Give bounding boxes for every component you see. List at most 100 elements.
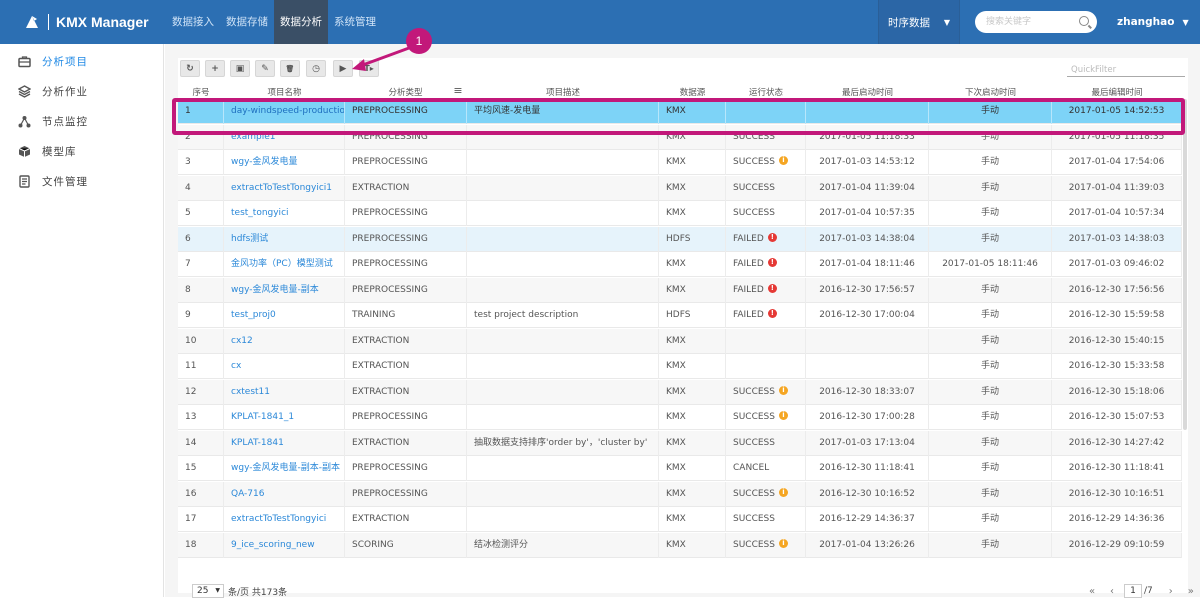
table-row[interactable]: 10 cx12 EXTRACTION KMX 手动 2016-12-30 15:40:15 xyxy=(178,328,1182,354)
sidebar-item-analysis-jobs[interactable]: 分析作业 xyxy=(18,84,88,98)
column-header-last-edit[interactable]: 最后编辑时间 xyxy=(1052,86,1182,98)
column-header-no[interactable]: 序号 xyxy=(178,86,224,98)
run-button[interactable]: ▶ xyxy=(333,60,353,77)
refresh-button[interactable]: ↻ xyxy=(180,60,200,77)
cell-name[interactable]: cx xyxy=(224,354,345,379)
error-icon[interactable]: ! xyxy=(767,258,777,267)
cell-source-text: HDFS xyxy=(666,233,691,244)
column-header-name[interactable]: 项目名称 xyxy=(224,86,345,98)
vertical-scrollbar[interactable] xyxy=(1183,99,1187,430)
cell-next-start: 手动 xyxy=(929,328,1052,354)
table-row[interactable]: 2 example1 PREPROCESSING KMX SUCCESS 2017-01-… xyxy=(178,124,1182,150)
first-page-button[interactable]: « xyxy=(1082,586,1102,597)
column-header-next-start[interactable]: 下次启动时间 xyxy=(929,86,1052,98)
cell-status: FAILED! xyxy=(726,277,806,303)
cell-name[interactable]: hdfs测试 xyxy=(224,226,345,252)
sidebar-item-analysis-projects[interactable]: 分析项目 xyxy=(18,54,88,68)
cell-last-start: 2016-12-30 17:56:57 xyxy=(806,277,929,303)
user-menu[interactable]: zhanghao ▼ xyxy=(1117,0,1189,44)
cell-name[interactable]: QA-716 xyxy=(224,481,345,507)
table-row[interactable]: 12 cxtest11 EXTRACTION KMX SUCCESS i 2016-12-3… xyxy=(178,379,1182,405)
cell-status-text: SUCCESS xyxy=(733,131,775,142)
error-icon[interactable]: ! xyxy=(767,232,777,242)
table-row[interactable]: 7 金风功率（PC）模型测试 PREPROCESSING KMX FAILED! 2017… xyxy=(178,252,1182,277)
table-row[interactable]: 3 wgy-金风发电量 PREPROCESSING KMX SUCCESS i 2017-0… xyxy=(178,150,1182,175)
delete-button[interactable]: 🗑 xyxy=(280,60,300,77)
nav-item-system-admin[interactable]: 系统管理 xyxy=(328,0,382,44)
column-menu-icon[interactable]: ≡ xyxy=(450,86,466,98)
search-icon[interactable] xyxy=(1079,16,1089,26)
prev-page-button[interactable]: ‹ xyxy=(1102,586,1122,597)
sidebar-item-node-monitor[interactable]: 节点监控 xyxy=(18,114,88,128)
nav-item-data-ingest[interactable]: 数据接入 xyxy=(166,0,220,44)
page-size-select[interactable]: 25 ▼ xyxy=(192,584,224,598)
cell-name[interactable]: wgy-金风发电量 xyxy=(224,150,345,175)
page-number-input[interactable]: 1 xyxy=(1124,584,1142,598)
cell-last-edit-text: 2016-12-29 14:36:36 xyxy=(1068,514,1165,524)
cell-name[interactable]: 9_ice_scoring_new xyxy=(224,532,345,558)
table-row[interactable]: 17 extractToTestTongyici EXTRACTION KMX SUCC… xyxy=(178,507,1182,532)
cell-name[interactable]: 金风功率（PC）模型测试 xyxy=(224,252,345,277)
cell-source-text: KMX xyxy=(666,284,686,295)
cell-name[interactable]: example1 xyxy=(224,124,345,150)
error-icon[interactable]: ! xyxy=(767,309,777,318)
sidebar-item-model-library[interactable]: 模型库 xyxy=(18,144,77,158)
cell-type-text: SCORING xyxy=(352,539,394,550)
warning-icon[interactable]: i xyxy=(778,385,788,395)
column-header-status[interactable]: 运行状态 xyxy=(726,86,806,98)
nav-item-data-analysis[interactable]: 数据分析 xyxy=(274,0,328,44)
add-button[interactable]: + xyxy=(205,60,225,77)
cell-name[interactable]: cx12 xyxy=(224,328,345,354)
column-header-last-start[interactable]: 最后启动时间 xyxy=(806,86,929,98)
nav-item-data-storage[interactable]: 数据存储 xyxy=(220,0,274,44)
table-row[interactable]: 9 test_proj0 TRAINING test project descript… xyxy=(178,303,1182,328)
table-row[interactable]: 5 test_tongyici PREPROCESSING KMX SUCCESS 201… xyxy=(178,201,1182,226)
cell-name[interactable]: wgy-金风发电量-副本 xyxy=(224,277,345,303)
column-header-desc[interactable]: 项目描述 xyxy=(467,86,659,98)
sidebar-item-file-management[interactable]: 文件管理 xyxy=(18,174,88,188)
warning-icon[interactable]: i xyxy=(778,156,788,165)
app-logo[interactable]: KMX Manager xyxy=(24,0,149,44)
last-page-button[interactable]: » xyxy=(1181,586,1200,597)
timeseries-select[interactable]: 时序数据 ▼ xyxy=(878,0,960,44)
cell-name[interactable]: cxtest11 xyxy=(224,379,345,405)
warning-icon[interactable]: i xyxy=(778,487,788,497)
schedule-button[interactable]: ◷ xyxy=(306,60,326,77)
cell-name[interactable]: KPLAT-1841 xyxy=(224,430,345,456)
cell-name-text: hdfs测试 xyxy=(231,233,269,244)
next-page-button[interactable]: › xyxy=(1161,586,1181,597)
error-icon[interactable]: ! xyxy=(767,283,777,293)
cell-name[interactable]: KPLAT-1841_1 xyxy=(224,405,345,430)
table-row[interactable]: 11 cx EXTRACTION KMX 手动 2016-12-30 15:33:58 xyxy=(178,354,1182,379)
table-row[interactable]: 13 KPLAT-1841_1 PREPROCESSING KMX SUCCESS i 20… xyxy=(178,405,1182,430)
table-row[interactable]: 18 9_ice_scoring_new SCORING 结冰检测评分 KMX SUCCE… xyxy=(178,532,1182,558)
table-row[interactable]: 14 KPLAT-1841 EXTRACTION 抽取数据支持排序'order by'… xyxy=(178,430,1182,456)
warning-icon[interactable]: i xyxy=(778,411,788,420)
table-row[interactable]: 6 hdfs测试 PREPROCESSING HDFS FAILED! 2017-01-0… xyxy=(178,226,1182,252)
table-row[interactable]: 4 extractToTestTongyici1 EXTRACTION KMX SUCC… xyxy=(178,175,1182,201)
cell-source: KMX xyxy=(659,201,726,226)
table-row[interactable]: 1 day-windspeed-production PREPROCESSING 平均… xyxy=(178,99,1182,124)
edit-button[interactable]: ✎ xyxy=(255,60,275,77)
table-row[interactable]: 16 QA-716 PREPROCESSING KMX SUCCESS i 2016-12-… xyxy=(178,481,1182,507)
quickfilter-input[interactable] xyxy=(1067,63,1185,77)
table-row[interactable]: 15 wgy-金风发电量-副本-副本 PREPROCESSING KMX CANCEL 2… xyxy=(178,456,1182,481)
search-input[interactable] xyxy=(986,15,1076,29)
cell-last-edit: 2017-01-05 14:52:53 xyxy=(1052,99,1182,124)
cell-name[interactable]: test_proj0 xyxy=(224,303,345,328)
column-header-source[interactable]: 数据源 xyxy=(659,86,726,98)
cell-no-text: 1 xyxy=(185,106,191,116)
cell-name[interactable]: extractToTestTongyici1 xyxy=(224,175,345,201)
cell-name[interactable]: test_tongyici xyxy=(224,201,345,226)
cell-name[interactable]: day-windspeed-production xyxy=(224,99,345,124)
cell-name[interactable]: extractToTestTongyici xyxy=(224,507,345,532)
cell-no-text: 4 xyxy=(185,182,191,193)
column-header-type[interactable]: 分析类型 xyxy=(345,86,466,98)
project-grid-panel: ↻ + ▣ ✎ 🗑 ◷ ▶ T▸ 序号 项目名称 分析类型 ≡ 项目描述 数据源… xyxy=(178,58,1194,598)
table-row[interactable]: 8 wgy-金风发电量-副本 PREPROCESSING KMX FAILED! 2016… xyxy=(178,277,1182,303)
cell-name[interactable]: wgy-金风发电量-副本-副本 xyxy=(224,456,345,481)
warning-icon[interactable]: i xyxy=(778,538,788,548)
text-run-button[interactable]: T▸ xyxy=(359,60,379,77)
save-button[interactable]: ▣ xyxy=(230,60,250,77)
cell-last-edit: 2017-01-05 11:18:35 xyxy=(1052,124,1182,150)
